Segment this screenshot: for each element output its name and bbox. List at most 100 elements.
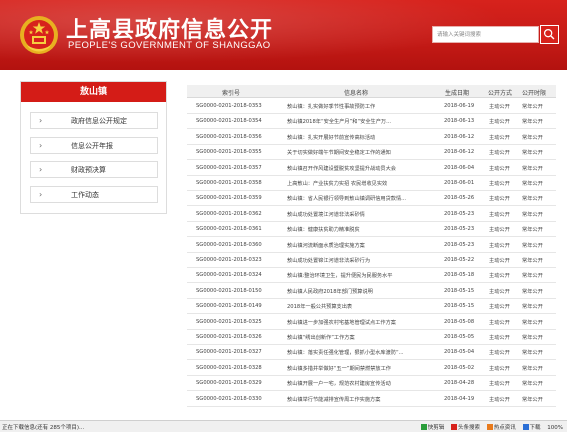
cell-name[interactable]: 敖山镇：健康扶贫助力精准脱贫: [287, 226, 435, 233]
cell-date: 2018-05-18: [444, 272, 475, 279]
cell-term: 常年公开: [522, 211, 543, 218]
cell-name[interactable]: 敖山镇多措并举做好“五一”期间禁燃禁放工作: [287, 365, 435, 372]
status-item[interactable]: 快剪辑: [428, 425, 445, 431]
cell-term: 常年公开: [522, 134, 543, 141]
cell-id: SG0000-0201-2018-0329: [196, 380, 262, 387]
table-row[interactable]: SG0000-0201-2018-0358 上高敖山：产业扶贫力实招 农民增收见实…: [187, 176, 556, 191]
cell-mode: 主动公开: [489, 242, 510, 249]
cell-term: 常年公开: [522, 350, 543, 357]
cell-date: 2018-05-23: [444, 226, 475, 233]
table-row[interactable]: SG0000-0201-2018-0356 敖山镇：扎实开展好节前宣传高标活动 20…: [187, 130, 556, 145]
status-item[interactable]: 下载: [530, 425, 541, 431]
cell-date: 2018-05-02: [444, 364, 475, 371]
cell-name[interactable]: 敖山镇：省人民银行领导到敖山镇调研信用贷款情...: [287, 195, 435, 202]
cell-mode: 主动公开: [489, 381, 510, 388]
national-emblem-icon[interactable]: [19, 15, 59, 55]
cell-term: 常年公开: [522, 365, 543, 372]
table-row[interactable]: SG0000-0201-2018-0353 敖山镇：扎实做好季节性事故预防工作 20…: [187, 99, 556, 114]
table-row[interactable]: SG0000-0201-2018-0359 敖山镇：省人民银行领导到敖山镇调研信用…: [187, 191, 556, 207]
cell-id: SG0000-0201-2018-0323: [196, 257, 262, 263]
cell-mode: 主动公开: [489, 165, 510, 172]
cell-mode: 主动公开: [489, 134, 510, 141]
cell-name[interactable]: 敖山镇2018年“安全生产月”和“安全生产万...: [287, 118, 435, 125]
cell-mode: 主动公开: [489, 350, 510, 357]
cell-name[interactable]: 敖山镇：扎实开展好节前宣传高标活动: [287, 134, 435, 141]
cell-id: SG0000-0201-2018-0149: [196, 303, 262, 310]
status-right: 快剪辑 头条搜索 热点资讯 下载 100%: [416, 423, 563, 431]
sidebar-item-news[interactable]: › 工作动态: [30, 186, 158, 203]
search-placeholder: 请输入关键词搜索: [437, 32, 482, 38]
sidebar: 敖山镇 › 政府信息公开规定 › 信息公开年报 › 财政预决算 › 工作动态: [20, 81, 167, 214]
cell-name[interactable]: 敖山镇召开作风建设暨脱贫攻坚提升战动员大会: [287, 165, 435, 172]
table-row[interactable]: SG0000-0201-2018-0355 关于切实做好端午节期间安全稳定工作的通…: [187, 145, 556, 161]
cell-mode: 主动公开: [489, 211, 510, 218]
table-row[interactable]: SG0000-0201-2018-0357 敖山镇召开作风建设暨脱贫攻坚提升战动员…: [187, 161, 556, 176]
site-subtitle: PEOPLE'S GOVERNMENT OF SHANGGAO: [68, 40, 271, 51]
cell-id: SG0000-0201-2018-0359: [196, 195, 262, 202]
hot-news-icon: [486, 424, 493, 430]
table-row[interactable]: SG0000-0201-2018-0324 敖山镇:整治环境卫生，提升便民为民服务…: [187, 268, 556, 284]
cell-id: SG0000-0201-2018-0361: [196, 226, 262, 233]
table-row[interactable]: SG0000-0201-2018-0149 2018年一般公共预算支出表 2018-…: [187, 299, 556, 315]
table-row[interactable]: SG0000-0201-2018-0323 敖山成功处置锦江河道非法采砂行为 201…: [187, 253, 556, 268]
table-row[interactable]: SG0000-0201-2018-0328 敖山镇多措并举做好“五一”期间禁燃禁放…: [187, 361, 556, 376]
cell-term: 常年公开: [522, 304, 543, 311]
cell-name[interactable]: 敖山镇：扎实做好季节性事故预防工作: [287, 103, 435, 110]
cell-date: 2018-05-26: [444, 195, 475, 202]
cell-name[interactable]: 敖山成功处置锦江河道非法采砂行为: [287, 257, 435, 264]
cell-name[interactable]: 敖山镇：落实责任强化管理，狠抓小型水库渡防“...: [287, 349, 435, 356]
kuaijianji-icon: [420, 424, 427, 430]
cell-mode: 主动公开: [489, 104, 510, 110]
table-row[interactable]: SG0000-0201-2018-0325 敖山镇进一步加强农村宅基地管理试点工作…: [187, 315, 556, 330]
search-input[interactable]: 请输入关键词搜索: [432, 26, 539, 43]
cell-term: 常年公开: [522, 165, 543, 172]
status-text: 正在下载信息(还有 285个项目)...: [2, 425, 85, 431]
sidebar-item-annual-report[interactable]: › 信息公开年报: [30, 137, 158, 154]
status-item[interactable]: 头条搜索: [458, 425, 480, 431]
cell-name[interactable]: 敖山镇河流断面水质治理实施方案: [287, 242, 435, 249]
table-row[interactable]: SG0000-0201-2018-0330 敖山镇举行节能减排宣传周工作实施方案 2…: [187, 392, 556, 407]
column-header-mode: 公开方式: [488, 90, 513, 97]
cell-name[interactable]: 关于切实做好端午节期间安全稳定工作的通知: [287, 149, 435, 156]
chevron-right-icon: ›: [39, 141, 43, 150]
table-row[interactable]: SG0000-0201-2018-0361 敖山镇：健康扶贫助力精准脱贫 2018-…: [187, 222, 556, 238]
sidebar-item-budget[interactable]: › 财政预决算: [30, 161, 158, 178]
table-row[interactable]: SG0000-0201-2018-0150 敖山镇人民政府2018年部门预算说明 2…: [187, 284, 556, 299]
cell-name[interactable]: 敖山镇“绣出创新作”工作方案: [287, 334, 435, 341]
cell-date: 2018-05-23: [444, 210, 475, 217]
cell-mode: 主动公开: [489, 288, 510, 295]
cell-date: 2018-06-12: [444, 133, 475, 140]
cell-name[interactable]: 敖山镇开展一户一宅，规范农村建房宣传活动: [287, 380, 435, 387]
chevron-right-icon: ›: [39, 190, 43, 199]
cell-mode: 主动公开: [489, 119, 510, 126]
zoom-level[interactable]: 100%: [547, 425, 563, 431]
cell-date: 2018-06-12: [444, 149, 475, 156]
cell-mode: 主动公开: [489, 150, 510, 157]
cell-term: 常年公开: [522, 288, 543, 295]
status-item[interactable]: 热点资讯: [494, 425, 516, 431]
table-row[interactable]: SG0000-0201-2018-0362 敖山成功处置境江河道非法采砂情 2018…: [187, 207, 556, 222]
cell-name[interactable]: 敖山镇:整治环境卫生，提升便民为民服务水平: [287, 272, 435, 279]
cell-term: 常年公开: [522, 119, 543, 126]
table-row[interactable]: SG0000-0201-2018-0360 敖山镇河流断面水质治理实施方案 2018…: [187, 238, 556, 253]
toutiao-search-icon: [450, 424, 457, 430]
table-row[interactable]: SG0000-0201-2018-0326 敖山镇“绣出创新作”工作方案 2018-…: [187, 330, 556, 345]
cell-name[interactable]: 敖山镇举行节能减排宣传周工作实施方案: [287, 396, 435, 403]
table-row[interactable]: SG0000-0201-2018-0329 敖山镇开展一户一宅，规范农村建房宣传活…: [187, 376, 556, 392]
cell-id: SG0000-0201-2018-0360: [196, 241, 262, 248]
table-row[interactable]: SG0000-0201-2018-0354 敖山镇2018年“安全生产月”和“安全…: [187, 114, 556, 130]
cell-name[interactable]: 敖山镇人民政府2018年部门预算说明: [287, 288, 435, 295]
sidebar-item-regulations[interactable]: › 政府信息公开规定: [30, 112, 158, 129]
cell-name[interactable]: 敖山成功处置境江河道非法采砂情: [287, 211, 435, 218]
cell-name[interactable]: 2018年一般公共预算支出表: [287, 303, 435, 310]
cell-id: SG0000-0201-2018-0362: [196, 210, 262, 217]
cell-term: 常年公开: [522, 396, 543, 403]
cell-name[interactable]: 敖山镇进一步加强农村宅基地管理试点工作方案: [287, 319, 435, 326]
cell-mode: 主动公开: [489, 227, 510, 234]
search-button[interactable]: [540, 25, 559, 44]
cell-date: 2018-06-13: [444, 118, 475, 125]
cell-name[interactable]: 上高敖山：产业扶贫力实招 农民增收见实效: [287, 180, 435, 187]
chevron-right-icon: ›: [39, 165, 43, 174]
sidebar-heading: 敖山镇: [21, 82, 166, 102]
table-row[interactable]: SG0000-0201-2018-0327 敖山镇：落实责任强化管理，狠抓小型水库…: [187, 345, 556, 361]
